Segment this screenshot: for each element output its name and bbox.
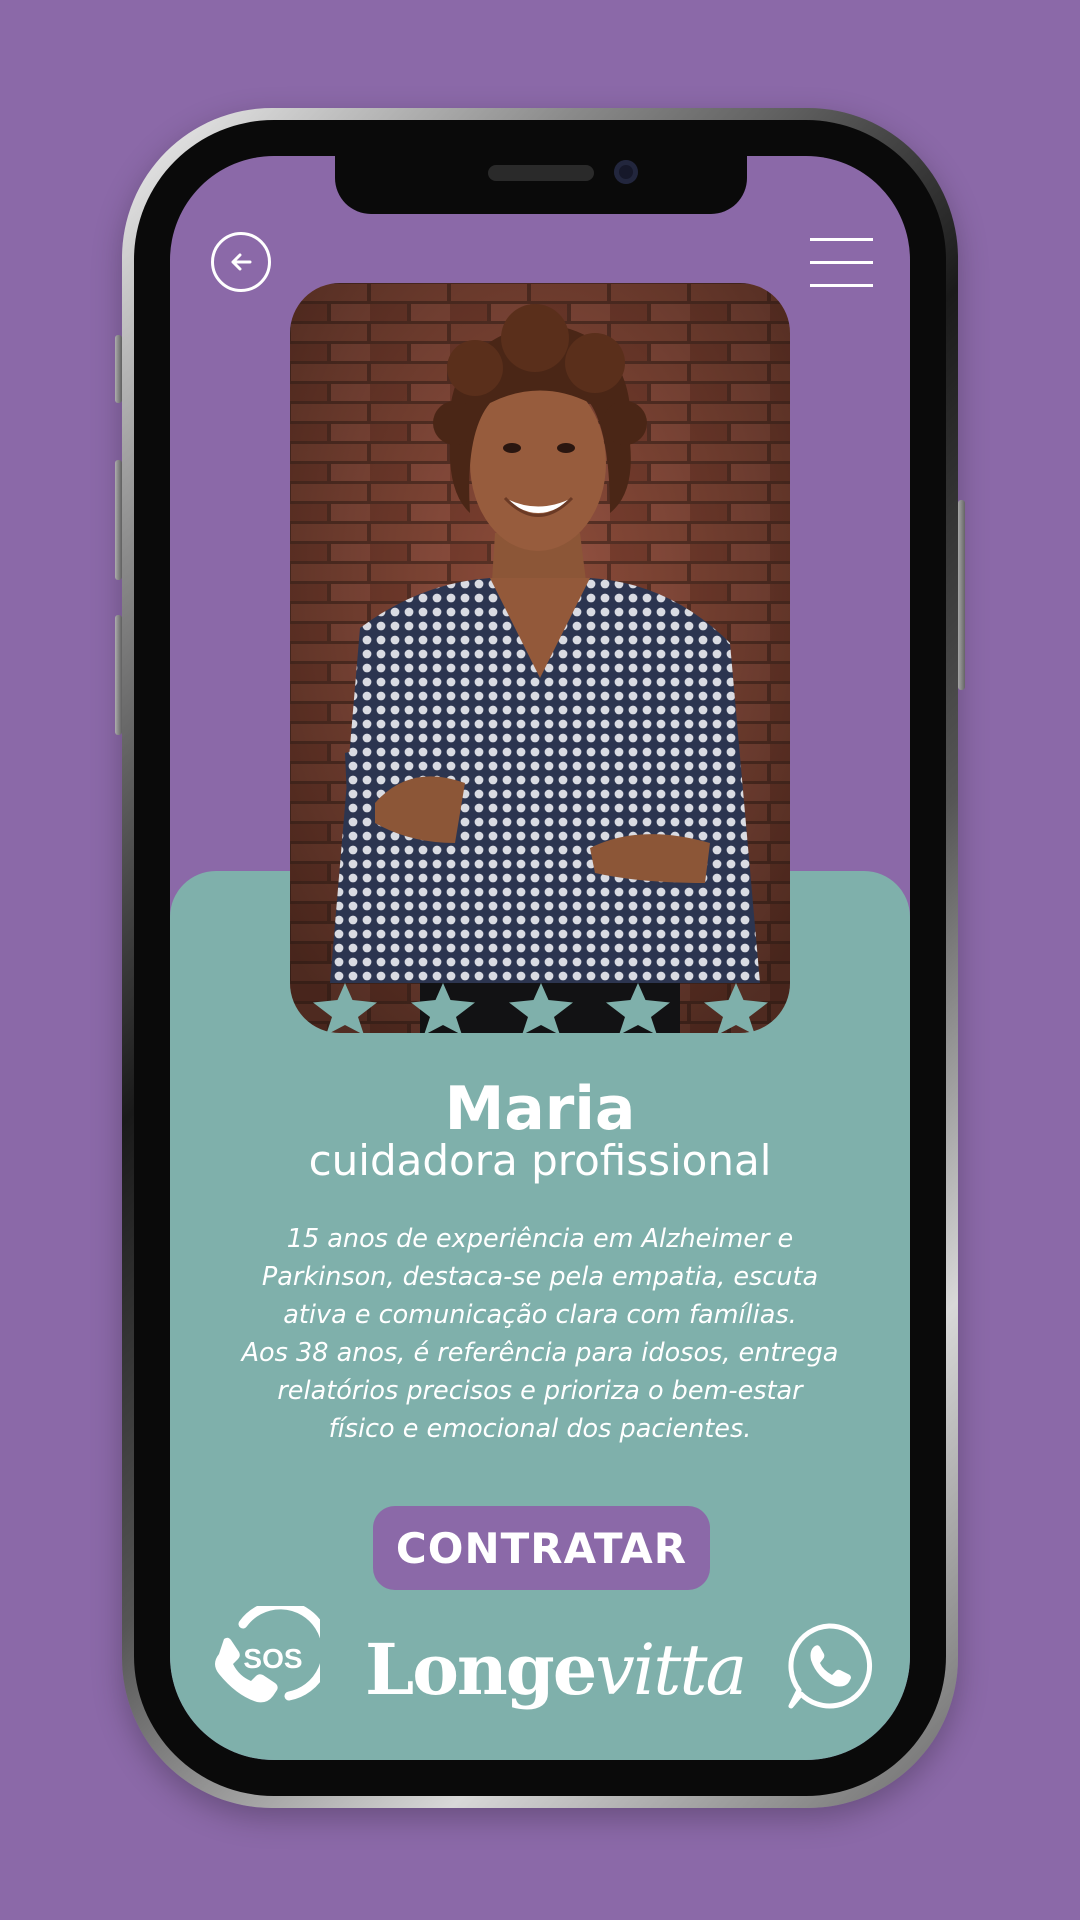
star-icon <box>704 983 768 1035</box>
sos-button[interactable]: SOS <box>205 1600 331 1711</box>
phone-screen: Maria cuidadora profissional 15 anos de … <box>170 156 910 1760</box>
mute-switch <box>115 335 122 403</box>
whatsapp-button[interactable] <box>785 1622 873 1710</box>
bio-line: Aos 38 anos, é referência para idosos, e… <box>241 1338 839 1368</box>
app-stage: Maria cuidadora profissional 15 anos de … <box>0 0 1080 1920</box>
front-camera <box>614 160 638 184</box>
bio-line: Parkinson, destaca-se pela empatia, escu… <box>261 1262 819 1292</box>
star-icon <box>313 983 377 1035</box>
volume-down-button <box>115 615 122 735</box>
brand-logo: Longevitta <box>365 1628 747 1711</box>
power-button <box>958 500 965 690</box>
bio-line: ativa e comunicação clara com famílias. <box>283 1300 797 1330</box>
caregiver-role: cuidadora profissional <box>308 1136 772 1185</box>
menu-line <box>810 284 873 287</box>
menu-button[interactable] <box>810 238 873 288</box>
hire-button[interactable]: CONTRATAR <box>373 1506 710 1590</box>
star-icon <box>508 983 573 1035</box>
logo-italic: vitta <box>595 1629 747 1711</box>
star-icon <box>606 983 671 1035</box>
menu-line <box>810 261 873 264</box>
caregiver-photo-illustration <box>290 283 790 1033</box>
back-button[interactable] <box>211 232 271 292</box>
notch <box>335 156 747 214</box>
sos-phone-icon: SOS <box>215 1600 331 1703</box>
arrow-left-icon <box>231 253 252 271</box>
caregiver-name: Maria <box>444 1074 636 1144</box>
logo-regular: Longe <box>365 1628 597 1711</box>
caregiver-bio: 15 anos de experiência em Alzheimer e Pa… <box>210 1220 870 1448</box>
hamburger-menu-icon <box>810 238 873 241</box>
bio-line: físico e emocional dos pacientes. <box>328 1414 752 1444</box>
whatsapp-icon <box>788 1623 873 1709</box>
bio-line: relatórios precisos e prioriza o bem-est… <box>277 1376 803 1406</box>
star-icon <box>410 983 475 1035</box>
earpiece-speaker <box>488 165 594 181</box>
volume-up-button <box>115 460 122 580</box>
caregiver-photo <box>290 283 790 1033</box>
bio-line: 15 anos de experiência em Alzheimer e <box>286 1224 794 1254</box>
rating-stars <box>313 983 768 1035</box>
sos-label: SOS <box>243 1643 302 1674</box>
